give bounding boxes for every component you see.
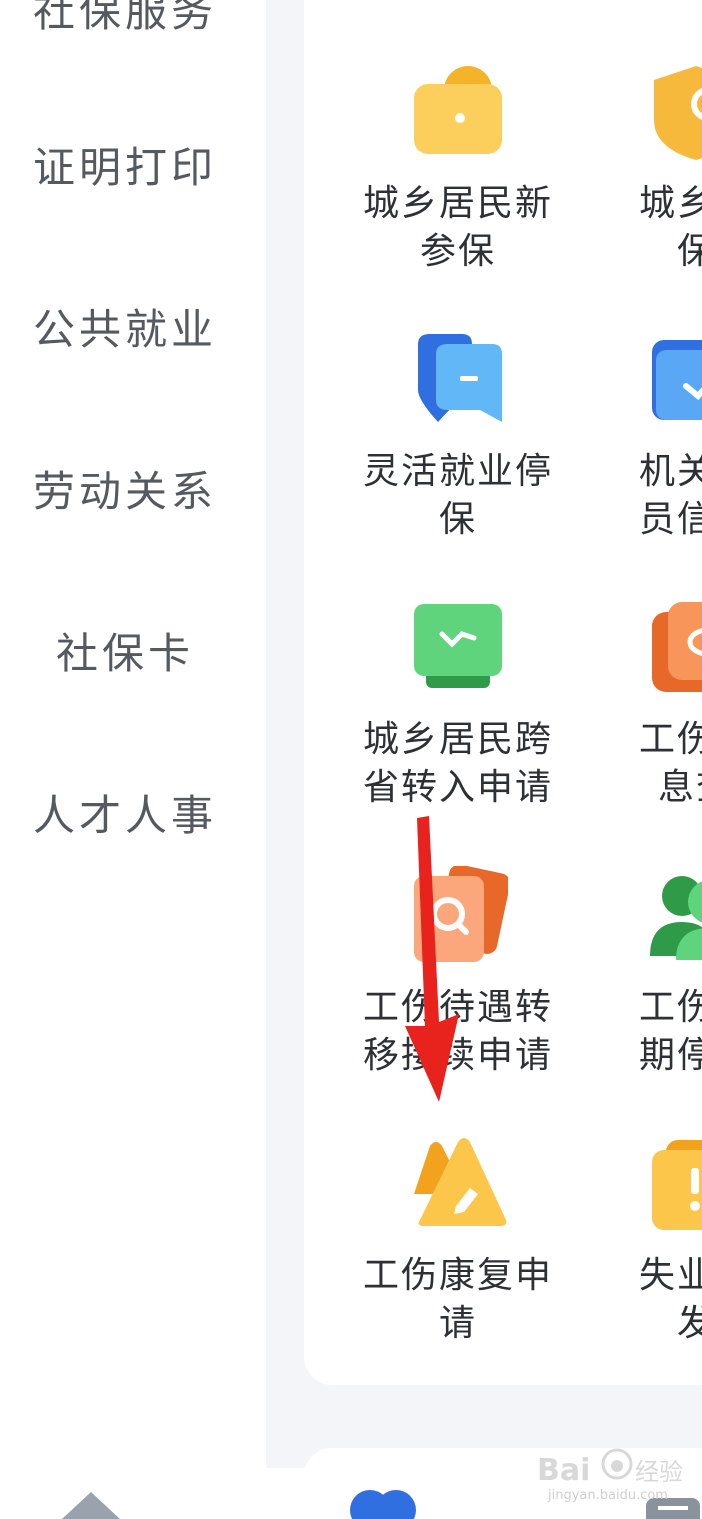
- service-work-injury-query[interactable]: 工伤认 息查: [590, 598, 702, 812]
- service-label: 城乡居民新 参保: [362, 183, 553, 272]
- users-icon: [646, 866, 702, 966]
- service-label: 工伤待 期停发: [638, 987, 702, 1076]
- red-arrow-annotation: [405, 816, 459, 1102]
- svg-text:经验: 经验: [635, 1458, 683, 1486]
- service-label: 工伤康复申 请: [362, 1255, 553, 1344]
- sidebar-item-public-employment[interactable]: 公共就业: [0, 300, 250, 360]
- nav-home[interactable]: [58, 1468, 124, 1519]
- folder-icon: [408, 62, 508, 162]
- nav-services[interactable]: [348, 1468, 418, 1519]
- sidebar-item-labor-relations[interactable]: 劳动关系: [0, 462, 250, 522]
- watermark-url: jingyan.baidu.com: [548, 1488, 668, 1503]
- transfer-icon: [408, 598, 508, 698]
- service-work-injury-stop[interactable]: 工伤待 期停发: [590, 866, 702, 1080]
- service-label: 城乡居 保: [638, 183, 702, 272]
- home-icon: [62, 1492, 120, 1519]
- chat-icon: [408, 330, 508, 430]
- service-label: 机关养 员信息: [638, 451, 702, 540]
- service-flexible-employment-stop[interactable]: 灵活就业停 保: [352, 330, 564, 544]
- service-rural-resident-insurance[interactable]: 城乡居 保: [590, 62, 702, 276]
- shield-icon: [646, 62, 702, 162]
- service-unemployment-benefit[interactable]: 失业待 发: [590, 1134, 702, 1348]
- triangle-edit-icon: [408, 1134, 508, 1234]
- service-label: 失业待 发: [638, 1255, 702, 1344]
- service-label: 城乡居民跨 省转入申请: [362, 719, 553, 808]
- sidebar-item-certificate-print[interactable]: 证明打印: [0, 138, 250, 198]
- service-label: 工伤认 息查: [638, 719, 702, 808]
- heart-icon: [350, 1490, 416, 1519]
- service-work-injury-rehab[interactable]: 工伤康复申 请: [352, 1134, 564, 1348]
- service-label: 灵活就业停 保: [362, 451, 553, 540]
- service-cross-province-transfer[interactable]: 城乡居民跨 省转入申请: [352, 598, 564, 812]
- category-sidebar: 社保服务 证明打印 公共就业 劳动关系 社保卡 人才人事: [0, 0, 266, 1468]
- app-screen: 社保服务 证明打印 公共就业 劳动关系 社保卡 人才人事 城乡居民新 参保 城乡…: [0, 0, 702, 1519]
- sidebar-item-social-card[interactable]: 社保卡: [0, 624, 250, 684]
- check-card-icon: [646, 330, 702, 430]
- service-rural-resident-enroll[interactable]: 城乡居民新 参保: [352, 62, 564, 276]
- alert-icon: [646, 1134, 702, 1234]
- svg-text:Bai: Bai: [537, 1453, 590, 1488]
- sidebar-item-talent-hr[interactable]: 人才人事: [0, 786, 250, 846]
- service-institution-pension-info[interactable]: 机关养 员信息: [590, 330, 702, 544]
- eye-icon: [646, 598, 702, 698]
- sidebar-item-social-security[interactable]: 社保服务: [0, 0, 250, 42]
